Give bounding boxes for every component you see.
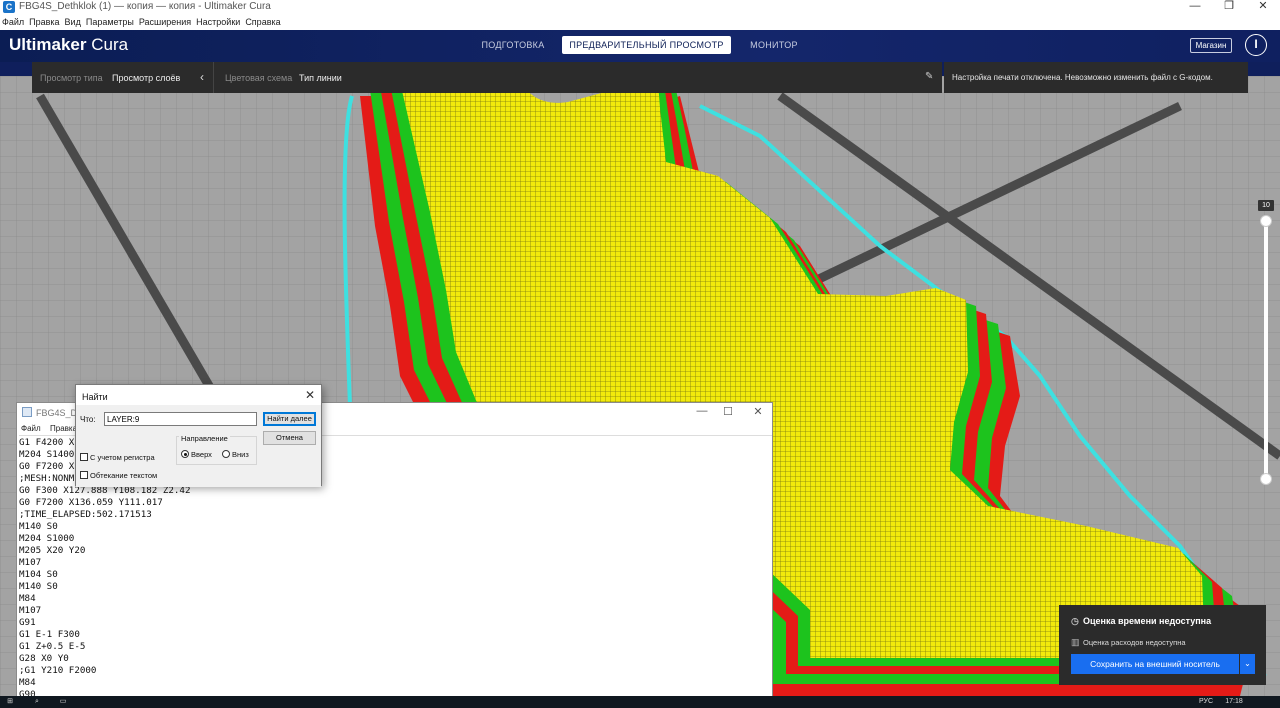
menu-extensions[interactable]: Расширения <box>139 17 191 27</box>
gcode-line: ;TIME_ELAPSED:502.171513 <box>19 509 152 520</box>
gcode-line: ;G1 Y210 F2000 <box>19 665 97 676</box>
direction-up-radio[interactable]: Вверх <box>181 450 212 459</box>
find-dialog: Найти ✕ Что: Найти далее Отмена Направле… <box>75 384 322 487</box>
gcode-line: M84 <box>19 593 36 604</box>
radio-empty-icon <box>222 450 230 458</box>
task-view-icon[interactable]: ▭ <box>58 697 68 707</box>
print-settings-disabled-message: Настройка печати отключена. Невозможно и… <box>944 62 1248 93</box>
notepad-menu-edit[interactable]: Правка <box>50 424 77 433</box>
gcode-line: G1 Z+0.5 E-5 <box>19 641 86 652</box>
view-type-dropdown[interactable]: Просмотр слоёв <box>112 73 180 83</box>
menu-view[interactable]: Вид <box>65 17 81 27</box>
radio-selected-icon <box>181 450 189 458</box>
find-dialog-title: Найти <box>82 392 108 402</box>
ultimaker-cura-logo: Ultimaker Cura <box>9 35 129 54</box>
taskbar-clock[interactable]: 17:18 <box>1222 697 1246 707</box>
gcode-line: M204 S1000 <box>19 533 75 544</box>
tab-prepare[interactable]: ПОДГОТОВКА <box>470 36 556 54</box>
menu-bar: Файл Правка Вид Параметры Расширения Нас… <box>0 14 1280 30</box>
window-title-bar: C FBG4S_Dethklok (1) — копия — копия - U… <box>0 0 1280 14</box>
find-what-label: Что: <box>80 415 96 424</box>
gcode-line: G0 F7200 X136.059 Y111.017 <box>19 497 163 508</box>
account-icon[interactable]: I <box>1245 34 1267 56</box>
tab-preview[interactable]: ПРЕДВАРИТЕЛЬНЫЙ ПРОСМОТР <box>562 36 731 54</box>
gcode-line: M104 S0 <box>19 569 58 580</box>
notepad-maximize-button[interactable]: ☐ <box>715 405 741 418</box>
gcode-line: M140 S0 <box>19 581 58 592</box>
checkbox-icon <box>80 453 88 461</box>
layer-slider-track[interactable] <box>1264 218 1268 483</box>
window-title: FBG4S_Dethklok (1) — копия — копия - Ult… <box>19 1 271 12</box>
layer-slider-lower-handle[interactable] <box>1260 473 1272 485</box>
clock-icon: ◷ <box>1071 616 1079 626</box>
match-case-checkbox[interactable]: С учетом регистра <box>80 453 155 462</box>
find-next-button[interactable]: Найти далее <box>263 412 316 426</box>
layer-number-badge[interactable]: 10 <box>1258 200 1274 211</box>
collapse-chevron-icon[interactable]: ‹ <box>200 70 204 84</box>
find-dialog-close-icon[interactable]: ✕ <box>305 388 315 402</box>
save-to-removable-drive-button[interactable]: Сохранить на внешний носитель <box>1071 654 1239 674</box>
find-dialog-body: Что: Найти далее Отмена Направление Ввер… <box>76 405 321 487</box>
notepad-close-button[interactable]: ✕ <box>745 405 771 418</box>
time-estimate-text: ◷ Оценка времени недоступна <box>1071 616 1212 626</box>
menu-parameters[interactable]: Параметры <box>86 17 134 27</box>
cura-app-icon: C <box>3 1 15 13</box>
toolbar-divider <box>213 62 214 93</box>
gcode-line: M205 X20 Y20 <box>19 545 86 556</box>
checkbox-icon <box>80 471 88 479</box>
direction-down-radio[interactable]: Вниз <box>222 450 249 459</box>
shop-button[interactable]: Магазин <box>1190 38 1232 53</box>
menu-help[interactable]: Справка <box>245 17 280 27</box>
menu-settings[interactable]: Настройки <box>196 17 240 27</box>
windows-taskbar: ⊞ ⌕ ▭ РУС 17:18 <box>0 696 1280 708</box>
maximize-button[interactable]: ❐ <box>1212 0 1246 14</box>
notepad-icon <box>22 407 32 417</box>
wrap-around-checkbox[interactable]: Обтекание текстом <box>80 471 157 480</box>
print-estimate-panel: ◷ Оценка времени недоступна ▥ Оценка расхо… <box>1059 605 1266 685</box>
spool-icon: ▥ <box>1071 637 1080 647</box>
color-scheme-label: Цветовая схема <box>225 73 293 83</box>
menu-file[interactable]: Файл <box>2 17 24 27</box>
edit-pencil-icon[interactable]: ✎ <box>925 71 933 82</box>
close-button[interactable]: ✕ <box>1246 0 1280 14</box>
windows-start-icon[interactable]: ⊞ <box>5 697 15 707</box>
cura-header: Ultimaker Cura ПОДГОТОВКА ПРЕДВАРИТЕЛЬНЫ… <box>0 30 1280 62</box>
gcode-line: G1 E-1 F300 <box>19 629 80 640</box>
notepad-menu-file[interactable]: Файл <box>21 424 41 433</box>
gcode-line: M84 <box>19 677 36 688</box>
layer-slider-upper-handle[interactable] <box>1260 215 1272 227</box>
minimize-button[interactable]: — <box>1178 0 1212 14</box>
view-toolbar: Просмотр типа Просмотр слоёв ‹ Цветовая … <box>32 62 942 93</box>
gcode-line: M140 S0 <box>19 521 58 532</box>
cancel-button[interactable]: Отмена <box>263 431 316 445</box>
gcode-line: G91 <box>19 617 36 628</box>
direction-label: Направление <box>179 434 230 443</box>
tab-monitor[interactable]: МОНИТОР <box>737 36 811 54</box>
gcode-line: M107 <box>19 605 42 616</box>
menu-edit[interactable]: Правка <box>29 17 59 27</box>
color-scheme-dropdown[interactable]: Тип линии <box>299 73 342 83</box>
language-indicator[interactable]: РУС <box>1196 697 1216 707</box>
cost-estimate-text: ▥ Оценка расходов недоступна <box>1071 637 1186 647</box>
gcode-line: G28 X0 Y0 <box>19 653 69 664</box>
search-icon[interactable]: ⌕ <box>32 697 42 707</box>
find-what-input[interactable] <box>104 412 257 426</box>
view-type-label: Просмотр типа <box>40 73 103 83</box>
gcode-line: M107 <box>19 557 42 568</box>
output-device-dropdown-icon[interactable]: ⌄ <box>1240 654 1255 674</box>
notepad-minimize-button[interactable]: — <box>689 405 715 417</box>
